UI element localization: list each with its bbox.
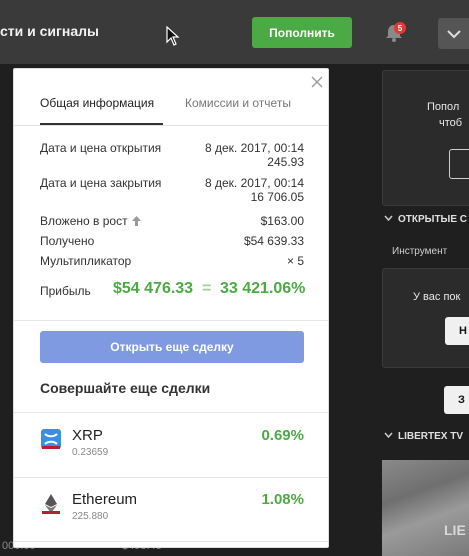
asset-price: 0.23659: [72, 447, 109, 458]
close-label: Дата и цена закрытия: [40, 176, 162, 190]
open-trades-header[interactable]: ОТКРЫТЫЕ С: [384, 214, 467, 225]
tabs-divider: [14, 125, 328, 126]
close-icon[interactable]: [309, 74, 325, 90]
deposit-promo-card: Попол чтоб: [382, 70, 469, 206]
tab-general-info[interactable]: Общая информация: [40, 96, 154, 110]
notification-badge: 5: [394, 22, 406, 34]
asset-name: XRP: [72, 427, 103, 444]
ethereum-icon: [42, 494, 60, 514]
libertex-tv-header[interactable]: LIBERTEX TV: [384, 431, 463, 442]
open-label: Дата и цена открытия: [40, 141, 162, 155]
nav-title[interactable]: сти и сигналы: [0, 23, 99, 39]
received-value: $54 639.33: [243, 234, 304, 248]
asset-row-ethereum[interactable]: Ethereum 225.880 1.08%: [14, 478, 328, 542]
empty-trades-text: У вас пок: [413, 291, 461, 303]
right-panel: Попол чтоб ОТКРЫТЫЕ С Инструмент У вас п…: [382, 64, 469, 556]
video-thumbnail[interactable]: [382, 460, 469, 556]
trade-details-modal: Общая информация Комиссии и отчеты Дата …: [13, 68, 329, 548]
asset-row-xrp[interactable]: XRP 0.23659 0.69%: [14, 413, 328, 477]
mouse-cursor-icon: [166, 26, 180, 46]
profit-amount: $54 476.33: [113, 280, 194, 297]
video-label: LIE: [444, 522, 466, 538]
received-label: Получено: [40, 234, 95, 248]
asset-price: 225.880: [72, 511, 109, 522]
asset-change: 0.69%: [261, 427, 304, 444]
more-trades-title: Совершайте еще сделки: [40, 380, 211, 396]
invested-value: $163.00: [260, 214, 304, 228]
open-price: 245.93: [267, 155, 304, 169]
chevron-down-icon: [446, 29, 461, 38]
secondary-button[interactable]: З: [444, 386, 469, 414]
asset-name: Ethereum: [72, 491, 138, 508]
divider: [14, 541, 328, 542]
account-menu-button[interactable]: [438, 18, 469, 49]
instrument-column-header[interactable]: Инструмент: [392, 246, 447, 257]
promo-text: чтоб: [439, 117, 463, 129]
profit-equals: =: [202, 280, 212, 297]
open-date: 8 дек. 2017, 00:14: [205, 141, 304, 155]
profit-percent: 33 421.06%: [220, 280, 306, 297]
multiplier-label: Мультипликатор: [40, 254, 132, 268]
new-trade-button[interactable]: Н: [445, 317, 469, 345]
close-price: 16 706.05: [250, 190, 304, 204]
divider: [14, 320, 328, 321]
open-trades-title: ОТКРЫТЫЕ С: [398, 214, 468, 225]
close-date: 8 дек. 2017, 00:14: [205, 176, 304, 190]
arrow-up-icon: [131, 216, 141, 226]
chevron-down-icon: [384, 215, 393, 222]
promo-text: Попол: [427, 101, 460, 113]
top-bar: сти и сигналы Пополнить 5: [0, 0, 469, 64]
tab-commissions-reports[interactable]: Комиссии и отчеты: [185, 96, 291, 110]
chevron-down-icon: [384, 432, 393, 439]
invested-label-text: Вложено в рост: [40, 214, 128, 228]
asset-change: 1.08%: [261, 491, 304, 508]
invested-label: Вложено в рост: [40, 214, 141, 228]
multiplier-value: × 5: [286, 254, 304, 268]
xrp-icon: [41, 429, 61, 449]
profit-label: Прибыль: [40, 284, 91, 298]
empty-trades-card: У вас пок Н: [382, 268, 469, 368]
promo-button[interactable]: [449, 149, 469, 179]
open-another-trade-button[interactable]: Открыть еще сделку: [40, 331, 304, 363]
libertex-tv-title: LIBERTEX TV: [398, 431, 464, 442]
deposit-button[interactable]: Пополнить: [252, 17, 352, 48]
